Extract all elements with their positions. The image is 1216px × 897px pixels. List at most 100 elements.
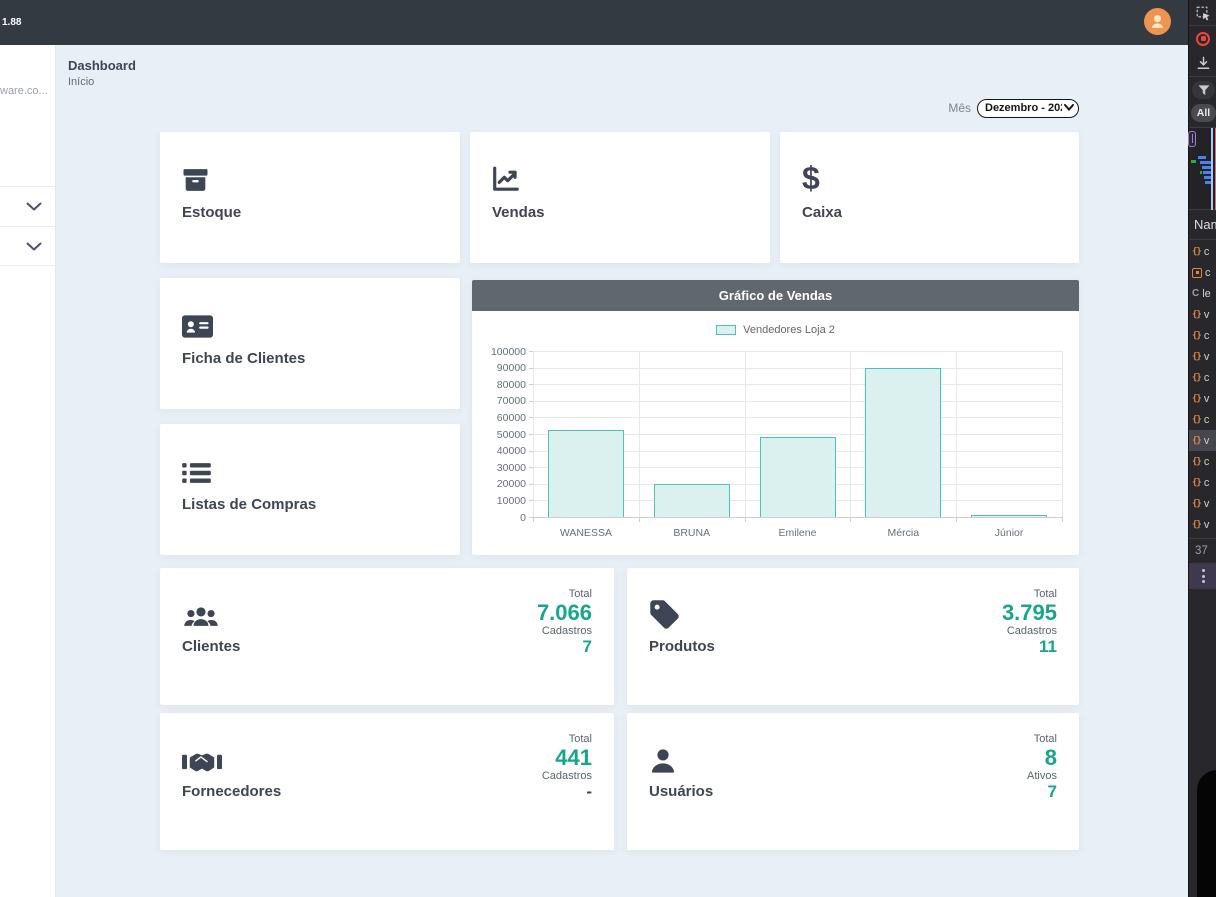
bar-Mércia[interactable] <box>865 368 941 517</box>
card-listas-de-compras[interactable]: Listas de Compras <box>160 424 460 555</box>
left-sidebar: ware.co... <box>0 45 56 897</box>
gridline-v <box>956 351 957 517</box>
card-vendas[interactable]: Vendas <box>470 132 770 263</box>
request-name: c <box>1204 477 1210 489</box>
network-request-row[interactable]: Cle <box>1189 283 1216 304</box>
bar-BRUNA[interactable] <box>654 484 730 517</box>
user-icon <box>649 741 677 775</box>
dollar-icon: $ <box>802 162 1057 192</box>
gridline-h <box>533 351 1062 352</box>
legend-label: Vendedores Loja 2 <box>743 324 835 336</box>
request-name: c <box>1204 372 1210 384</box>
network-request-row[interactable]: {}v <box>1189 430 1216 451</box>
y-tick-mark <box>529 401 533 402</box>
top-navbar: 1.88 <box>0 0 1188 45</box>
network-request-row[interactable]: {}c <box>1189 451 1216 472</box>
network-request-row[interactable]: c <box>1189 262 1216 283</box>
metric-value: 7.066 <box>537 600 592 625</box>
waterfall-bar <box>1202 166 1211 169</box>
sales-chart-card: Gráfico de Vendas Vendedores Loja 2 1000… <box>472 280 1079 555</box>
gridline-h <box>533 401 1062 402</box>
metric-value: 7 <box>1027 782 1057 802</box>
gridline-h <box>533 417 1062 418</box>
media-file-icon <box>1192 268 1202 278</box>
overflow-menu-button[interactable] <box>1189 563 1216 589</box>
name-column-header[interactable]: Nam <box>1189 210 1216 240</box>
month-label: Mês <box>948 101 971 115</box>
card-fornecedores[interactable]: Fornecedores Total 441 Cadastros - <box>160 713 614 850</box>
request-name: v <box>1204 309 1210 321</box>
bar-WANESSA[interactable] <box>548 430 624 517</box>
script-file-icon: {} <box>1192 436 1201 446</box>
panel-resize-handle[interactable] <box>1188 131 1196 147</box>
request-name: le <box>1202 288 1211 300</box>
metric-label: Total <box>1002 588 1057 600</box>
network-request-row[interactable]: {}c <box>1189 241 1216 262</box>
sidebar-menu-item-2[interactable] <box>0 226 56 266</box>
metric-label: Cadastros <box>537 625 592 637</box>
person-icon <box>1149 13 1166 30</box>
gridline-h <box>533 384 1062 385</box>
gridline-v <box>639 351 640 517</box>
metric-value: 8 <box>1027 745 1057 770</box>
main-content: Dashboard Início Mês Dezembro - 2024 Est… <box>56 45 1188 897</box>
chevron-down-icon <box>26 202 42 211</box>
card-caixa[interactable]: $ Caixa <box>780 132 1079 263</box>
card-usuarios[interactable]: Usuários Total 8 Ativos 7 <box>627 713 1079 850</box>
page-title: Dashboard <box>68 58 136 73</box>
script-file-icon: {} <box>1192 373 1201 383</box>
card-estoque[interactable]: Estoque <box>160 132 460 263</box>
network-request-row[interactable]: {}v <box>1189 388 1216 409</box>
filter-button[interactable] <box>1192 81 1215 99</box>
export-har-button[interactable] <box>1189 52 1216 74</box>
inspect-element-button[interactable] <box>1189 2 1216 24</box>
waterfall-bar <box>1203 171 1211 174</box>
script-file-icon: {} <box>1192 394 1201 404</box>
request-name: v <box>1204 519 1210 531</box>
network-request-row[interactable]: {}c <box>1189 325 1216 346</box>
month-select[interactable]: Dezembro - 2024 <box>977 99 1079 118</box>
user-avatar[interactable] <box>1144 8 1171 35</box>
x-axis-line <box>533 517 1062 518</box>
y-axis-tick: 100000 <box>476 346 526 358</box>
network-request-list: {}ccCle{}v{}c{}v{}c{}v{}c{}v{}c{}c{}v{}v <box>1189 241 1216 535</box>
network-overview-waterfall[interactable] <box>1189 127 1216 210</box>
breadcrumb: Início <box>68 76 94 88</box>
filter-all-button[interactable]: All <box>1191 104 1216 122</box>
sidebar-menu-item-1[interactable] <box>0 186 56 226</box>
record-network-button[interactable] <box>1189 27 1216 50</box>
y-axis-tick: 90000 <box>476 362 526 374</box>
metric-label: Total <box>1027 733 1057 745</box>
network-request-row[interactable]: {}v <box>1189 493 1216 514</box>
card-label: Usuários <box>649 783 713 800</box>
x-tick-mark <box>745 517 746 522</box>
network-request-row[interactable]: {}c <box>1189 367 1216 388</box>
network-request-row[interactable]: {}v <box>1189 346 1216 367</box>
request-name: v <box>1204 435 1210 447</box>
card-ficha-de-clientes[interactable]: Ficha de Clientes <box>160 278 460 409</box>
y-tick-mark <box>529 351 533 352</box>
waterfall-bar <box>1191 160 1196 163</box>
archive-icon <box>182 162 438 192</box>
y-tick-mark <box>529 434 533 435</box>
network-request-row[interactable]: {}v <box>1189 304 1216 325</box>
request-name: c <box>1204 246 1210 258</box>
network-request-row[interactable]: {}v <box>1189 514 1216 535</box>
network-request-row[interactable]: {}c <box>1189 472 1216 493</box>
card-label: Clientes <box>182 638 240 655</box>
chart-legend: Vendedores Loja 2 <box>472 324 1079 336</box>
chart-title: Gráfico de Vendas <box>472 280 1079 311</box>
y-axis-tick: 60000 <box>476 412 526 424</box>
metric-label: Total <box>542 733 592 745</box>
y-tick-mark <box>529 368 533 369</box>
script-file-icon: {} <box>1192 247 1201 257</box>
metric-value: - <box>542 782 592 802</box>
month-filter: Mês Dezembro - 2024 <box>948 98 1079 118</box>
card-clientes[interactable]: Clientes Total 7.066 Cadastros 7 <box>160 568 614 705</box>
card-metrics: Total 3.795 Cadastros 11 <box>1002 588 1057 658</box>
card-produtos[interactable]: Produtos Total 3.795 Cadastros 11 <box>627 568 1079 705</box>
bar-Emilene[interactable] <box>760 437 836 517</box>
network-request-row[interactable]: {}c <box>1189 409 1216 430</box>
y-tick-mark <box>529 484 533 485</box>
y-axis-tick: 30000 <box>476 462 526 474</box>
